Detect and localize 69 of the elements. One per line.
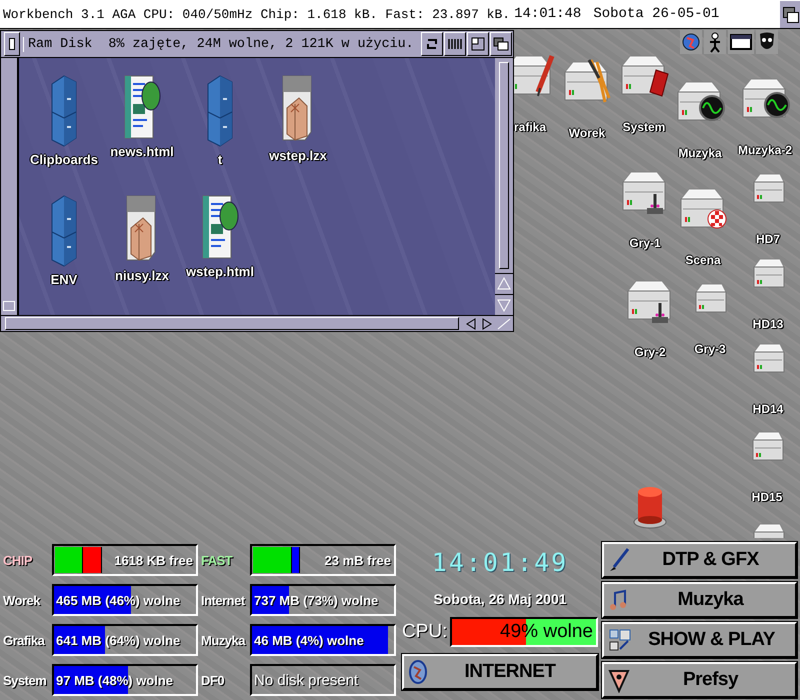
brush-icon [608, 547, 630, 573]
meter-label: CHIP [2, 552, 34, 568]
meter-reading: No disk present [253, 672, 358, 688]
window-icon[interactable] [728, 30, 754, 54]
cycle-gadget[interactable] [421, 32, 443, 56]
file-label[interactable]: Clipboards [30, 152, 98, 167]
file-label[interactable]: news.html [110, 144, 174, 159]
view-gadget[interactable] [444, 32, 466, 56]
meter-reading: 23 mB free [324, 552, 392, 568]
icon-label[interactable]: Muzyka-2 [738, 143, 792, 157]
size-handle[interactable] [3, 301, 15, 311]
clock-date: Sobota 26-05-01 [593, 6, 720, 22]
horizontal-scrollbar[interactable] [5, 317, 459, 330]
file-label[interactable]: niusy.lzx [115, 268, 169, 283]
depth-gadget[interactable] [778, 0, 800, 28]
icon-label[interactable]: HD15 [752, 490, 782, 504]
icon-label[interactable]: Worek [568, 126, 606, 140]
depth-gadget[interactable] [490, 32, 512, 56]
meter-label: FAST [200, 552, 234, 568]
meter-reading: 97 MB (48%) wolne [55, 672, 174, 688]
launch-button[interactable]: Muzyka [602, 582, 797, 618]
icon-label[interactable]: Muzyka [678, 146, 722, 160]
meter-label: DF0 [200, 672, 226, 688]
meter-label: Worek [2, 592, 42, 608]
mask-icon[interactable] [756, 30, 778, 54]
meter-label: Internet [200, 592, 246, 608]
launch-button[interactable]: Prefsy [602, 662, 797, 698]
digital-clock: 14:01:49 [432, 547, 568, 579]
window-title: Ram Disk 8% zajęte, 24M wolne, 2 121K w użyciu. [23, 36, 421, 52]
zoom-icon [471, 37, 485, 51]
meter-label: Grafika [2, 632, 46, 648]
date-text: Sobota, 26 Maj 2001 [433, 590, 567, 609]
icon-label[interactable]: rafika [514, 120, 546, 134]
file-label[interactable]: wstep.lzx [269, 148, 327, 163]
figure-icon[interactable] [704, 30, 726, 54]
globe-icon[interactable] [680, 30, 702, 54]
media-icon [608, 627, 632, 653]
html-document-icon[interactable] [201, 194, 239, 260]
icon-label[interactable]: HD14 [752, 402, 784, 416]
file-label[interactable]: wstep.html [186, 264, 254, 279]
shield-icon [608, 667, 630, 693]
meter-label: Muzyka [200, 632, 246, 648]
icon-label[interactable]: Gry-3 [694, 342, 726, 356]
cpu-label: CPU: [402, 621, 448, 643]
columns-icon [447, 37, 463, 51]
file-label[interactable]: ENV [50, 272, 78, 287]
icon-label[interactable]: System [622, 120, 666, 134]
icon-label[interactable]: Scena [685, 253, 721, 267]
depth-icon [493, 37, 509, 51]
meter-reading: 465 MB (46%) wolne [55, 592, 180, 608]
clock-time: 14:01:48 [514, 6, 582, 22]
zoom-gadget[interactable] [467, 32, 489, 56]
launch-button[interactable]: SHOW & PLAY [602, 622, 797, 658]
cycle-icon [425, 36, 439, 52]
icon-label[interactable]: Gry-1 [629, 236, 661, 250]
file-label[interactable]: t [218, 152, 222, 167]
launch-button[interactable]: INTERNET [402, 654, 598, 690]
meter-label: System [2, 672, 48, 688]
meter-reading: 46 MB (4%) wolne [253, 632, 364, 648]
icon-label[interactable]: HD7 [756, 232, 780, 246]
globe-icon [408, 659, 428, 685]
icon-label[interactable]: HD13 [752, 317, 784, 331]
meter-reading: 641 MB (64%) wolne [55, 632, 180, 648]
html-document-icon[interactable] [123, 74, 161, 140]
close-gadget[interactable] [4, 32, 20, 56]
launch-button[interactable]: DTP & GFX [602, 542, 797, 578]
screen-title: Workbench 3.1 AGA CPU: 040/50mHz Chip: 1.618 kB. Fast: 23.897 kB. [3, 6, 510, 22]
icon-label[interactable]: Gry-2 [634, 345, 666, 359]
meter-reading: 1618 KB free [114, 552, 194, 568]
